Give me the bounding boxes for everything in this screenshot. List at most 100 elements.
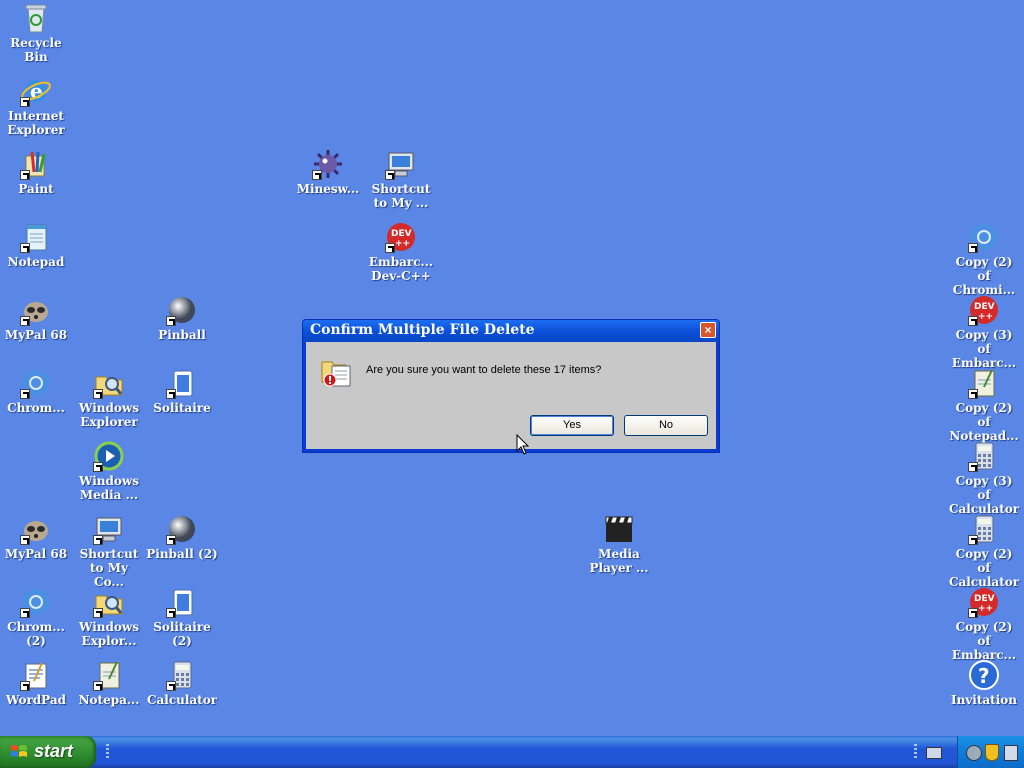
tray-security-shield-icon[interactable] [985, 744, 999, 761]
yes-button[interactable]: Yes [530, 415, 614, 436]
shortcut-arrow-icon [20, 170, 30, 180]
desktop-icon-solitaire[interactable]: Solitaire [146, 367, 218, 415]
desktop-icon-windows-explorer[interactable]: Windows Explorer [73, 367, 145, 429]
desktop-icon-recycle-bin[interactable]: Recycle Bin [0, 2, 72, 64]
calculator-icon [166, 659, 198, 691]
paint-icon [20, 148, 52, 180]
shortcut-arrow-icon [20, 535, 30, 545]
desktop-icon-mypal-2[interactable]: MyPal 68 [0, 513, 72, 561]
chromium-icon [968, 221, 1000, 253]
pinball-icon [166, 513, 198, 545]
notepad-icon [968, 367, 1000, 399]
desktop-icon-copy-devcpp-3[interactable]: DEV ++ Copy (3) of Embarc... [948, 294, 1020, 370]
devcpp-icon: DEV ++ [968, 294, 1000, 326]
shortcut-arrow-icon [385, 170, 395, 180]
start-button[interactable]: start [0, 736, 96, 768]
shortcut-arrow-icon [20, 389, 30, 399]
dialog-body: Are you sure you want to delete these 17… [306, 342, 716, 449]
desktop-icon-chromium[interactable]: Chrom... [0, 367, 72, 415]
desktop-icon-paint[interactable]: Paint [0, 148, 72, 196]
confirm-delete-dialog: Confirm Multiple File Delete × Are you s… [302, 319, 720, 453]
desktop-icon-copy-devcpp-2[interactable]: DEV ++ Copy (2) of Embarc... [948, 586, 1020, 662]
desktop[interactable]: Recycle Bin e Internet Explorer Paint No… [0, 0, 1024, 736]
solitaire-icon [166, 586, 198, 618]
desktop-icon-my-computer-shortcut-2[interactable]: Shortcut to My ... [365, 148, 437, 210]
desktop-icon-wordpad[interactable]: WordPad [0, 659, 72, 707]
shortcut-arrow-icon [312, 170, 322, 180]
mouse-cursor-icon [516, 434, 530, 455]
desktop-icon-internet-explorer[interactable]: e Internet Explorer [0, 75, 72, 137]
desktop-icon-calculator[interactable]: Calculator [146, 659, 218, 707]
tray-network-icon[interactable] [966, 745, 982, 761]
shortcut-arrow-icon [968, 608, 978, 618]
svg-text:++: ++ [395, 239, 410, 249]
svg-text:DEV: DEV [391, 229, 412, 239]
dialog-title: Confirm Multiple File Delete [310, 322, 535, 338]
no-button[interactable]: No [624, 415, 708, 436]
desktop-icon-invitation[interactable]: ? Invitation [948, 659, 1020, 707]
chromium-icon [20, 367, 52, 399]
pinball-icon [166, 294, 198, 326]
chromium-icon [20, 586, 52, 618]
dialog-message: Are you sure you want to delete these 17… [366, 364, 602, 376]
windows-logo-icon [11, 745, 27, 757]
shortcut-arrow-icon [93, 389, 103, 399]
system-tray [957, 736, 1024, 768]
shortcut-arrow-icon [166, 608, 176, 618]
desktop-icon-mypal[interactable]: MyPal 68 [0, 294, 72, 342]
devcpp-icon: DEV ++ [968, 586, 1000, 618]
windows-media-icon [93, 440, 125, 472]
my-computer-icon [93, 513, 125, 545]
svg-text:++: ++ [978, 312, 993, 322]
minesweeper-icon [312, 148, 344, 180]
help-icon: ? [968, 659, 1000, 691]
taskbar: start [0, 736, 1024, 768]
keyboard-icon[interactable] [926, 747, 942, 759]
shortcut-arrow-icon [968, 243, 978, 253]
close-icon[interactable]: × [700, 322, 716, 338]
desktop-icon-chromium-2[interactable]: Chrom... (2) [0, 586, 72, 648]
shortcut-arrow-icon [166, 681, 176, 691]
windows-explorer-icon [93, 367, 125, 399]
wordpad-icon [20, 659, 52, 691]
shortcut-arrow-icon [968, 535, 978, 545]
windows-explorer-icon [93, 586, 125, 618]
media-player-icon [603, 513, 635, 545]
shortcut-arrow-icon [20, 316, 30, 326]
desktop-icon-devcpp[interactable]: DEV ++ Embarc... Dev-C++ [365, 221, 437, 283]
mypal-icon [20, 294, 52, 326]
shortcut-arrow-icon [968, 389, 978, 399]
svg-text:?: ? [978, 664, 990, 688]
tray-volume-icon[interactable] [1004, 745, 1018, 761]
desktop-icon-solitaire-2[interactable]: Solitaire (2) [146, 586, 218, 648]
desktop-icon-minesweeper[interactable]: Minesw... [292, 148, 364, 196]
calculator-icon [968, 440, 1000, 472]
desktop-icon-my-computer-shortcut[interactable]: Shortcut to My Co... [73, 513, 145, 589]
dialog-titlebar[interactable]: Confirm Multiple File Delete × [303, 320, 719, 342]
svg-text:DEV: DEV [974, 594, 995, 604]
desktop-icon-windows-media[interactable]: Windows Media ... [73, 440, 145, 502]
taskbar-grip[interactable] [914, 744, 917, 760]
quicklaunch-grip[interactable] [106, 744, 109, 760]
shortcut-arrow-icon [20, 681, 30, 691]
notepad-icon [20, 221, 52, 253]
shortcut-arrow-icon [166, 389, 176, 399]
recycle-bin-icon [20, 2, 52, 34]
internet-explorer-icon: e [20, 75, 52, 107]
desktop-icon-pinball-2[interactable]: Pinball (2) [146, 513, 218, 561]
desktop-icon-windows-explorer-2[interactable]: Windows Explor... [73, 586, 145, 648]
svg-text:++: ++ [978, 604, 993, 614]
desktop-icon-notepad[interactable]: Notepad [0, 221, 72, 269]
desktop-icon-notepad-2[interactable]: Notepa... [73, 659, 145, 707]
desktop-icon-copy-chromium[interactable]: Copy (2) of Chromi... [948, 221, 1020, 297]
shortcut-arrow-icon [20, 243, 30, 253]
shortcut-arrow-icon [968, 462, 978, 472]
shortcut-arrow-icon [166, 535, 176, 545]
desktop-icon-copy-calculator-3[interactable]: Copy (3) of Calculator [948, 440, 1020, 516]
desktop-icon-copy-notepad[interactable]: Copy (2) of Notepad... [948, 367, 1020, 443]
shortcut-arrow-icon [93, 681, 103, 691]
desktop-icon-copy-calculator-2[interactable]: Copy (2) of Calculator [948, 513, 1020, 589]
desktop-icon-pinball[interactable]: Pinball [146, 294, 218, 342]
desktop-icon-media-player[interactable]: Media Player ... [583, 513, 655, 575]
shortcut-arrow-icon [93, 535, 103, 545]
